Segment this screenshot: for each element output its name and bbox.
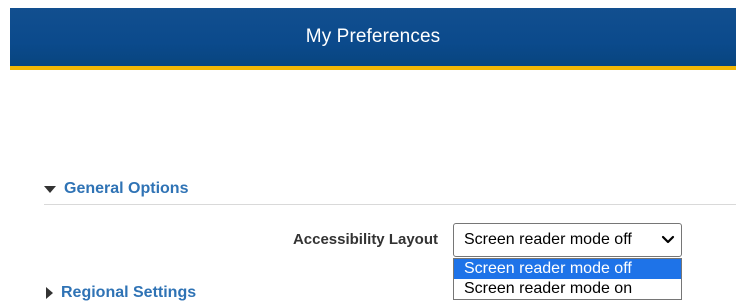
section-divider <box>44 204 736 205</box>
page-header: My Preferences <box>10 8 736 70</box>
chevron-down-icon <box>661 235 675 244</box>
accessibility-layout-label: Accessibility Layout <box>292 231 438 248</box>
option-screen-reader-on[interactable]: Screen reader mode on <box>454 279 681 299</box>
accessibility-layout-dropdown: Screen reader mode off Screen reader mod… <box>453 258 682 300</box>
section-label-general-options: General Options <box>64 180 189 197</box>
option-screen-reader-off[interactable]: Screen reader mode off <box>454 259 681 279</box>
triangle-right-icon <box>46 287 53 299</box>
triangle-down-icon <box>44 185 56 193</box>
accessibility-layout-select-value: Screen reader mode off <box>464 231 632 248</box>
section-label-regional-settings: Regional Settings <box>61 284 197 301</box>
page-title: My Preferences <box>305 26 441 47</box>
accessibility-layout-select[interactable]: Screen reader mode off <box>453 223 682 257</box>
section-toggle-general-options[interactable]: General Options <box>44 178 736 200</box>
